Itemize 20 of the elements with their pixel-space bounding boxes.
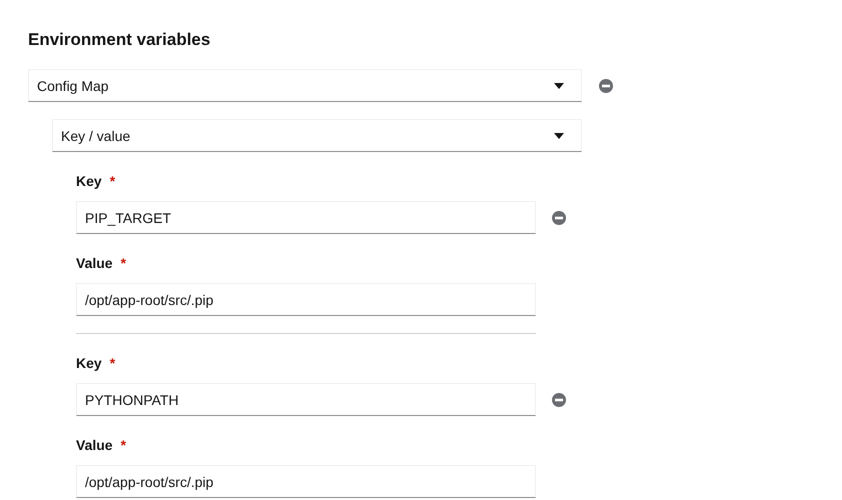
dropdown[interactable]: Config Map: [28, 69, 582, 102]
required-mark: *: [120, 437, 126, 453]
caret-icon: [554, 132, 564, 138]
input-field[interactable]: PYTHONPATH: [76, 383, 536, 416]
field-label: Key: [76, 355, 102, 371]
field-label: Value: [76, 255, 113, 271]
required-mark: *: [120, 255, 126, 271]
remove-icon[interactable]: [552, 392, 566, 406]
dropdown[interactable]: Key / value: [52, 119, 582, 152]
remove-icon[interactable]: [599, 78, 613, 92]
section-heading: Environment variables: [28, 29, 212, 51]
input-field[interactable]: /opt/app-root/src/.pip: [76, 283, 536, 316]
input-field[interactable]: PIP_TARGET: [76, 201, 536, 234]
remove-icon[interactable]: [552, 210, 566, 224]
caret-icon: [554, 82, 564, 88]
required-mark: *: [110, 355, 116, 371]
required-mark: *: [110, 173, 116, 189]
field-label: Value: [76, 437, 113, 453]
field-label: Key: [76, 173, 102, 189]
input-field[interactable]: /opt/app-root/src/.pip: [76, 465, 536, 498]
